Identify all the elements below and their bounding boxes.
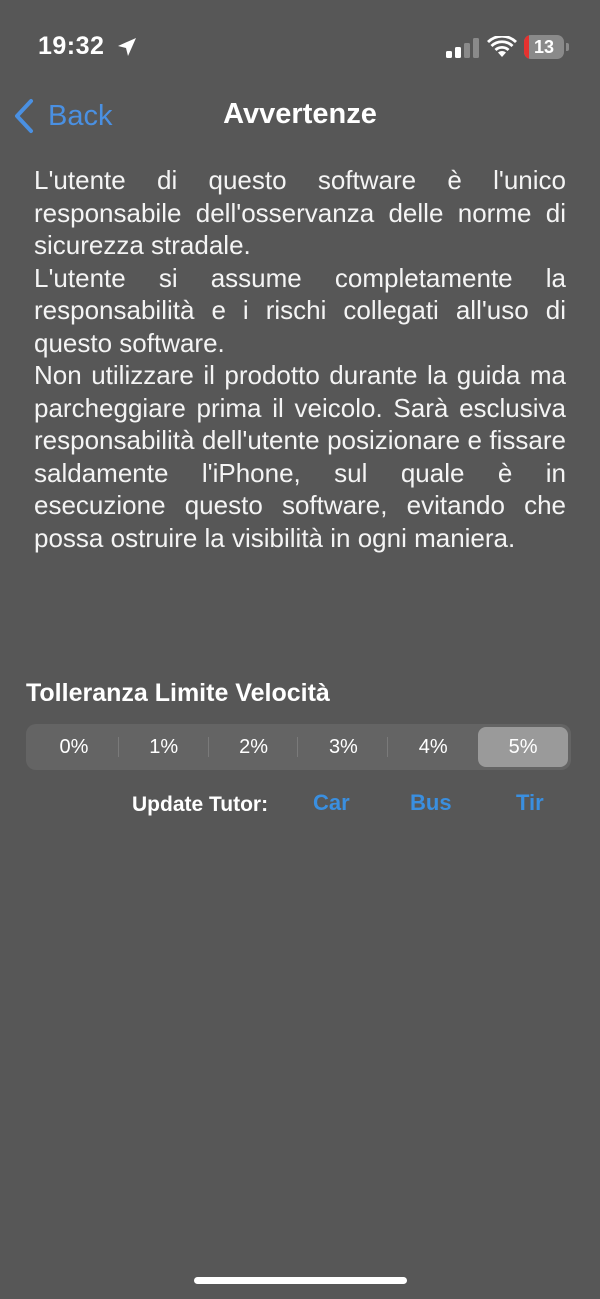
tolerance-option-3[interactable]: 3% [298,727,389,767]
update-tir-link[interactable]: Tir [516,790,544,816]
tolerance-section-title: Tolleranza Limite Velocità [26,679,330,707]
update-tutor-label: Update Tutor: [132,793,269,816]
battery-cap [566,43,569,51]
update-car-link[interactable]: Car [313,790,350,816]
update-bus-link[interactable]: Bus [410,790,452,816]
battery-body: 13 [524,35,564,59]
tolerance-option-2[interactable]: 2% [209,727,299,767]
disclaimer-paragraph: L'utente si assume completamente la resp… [34,262,566,358]
tolerance-option-1[interactable]: 1% [119,727,209,767]
status-bar: 19:32 13 [0,0,600,96]
location-arrow-icon [118,38,136,56]
update-tutor-row: Update Tutor: Car Bus Tir [0,790,600,822]
navigation-bar: Back Avvertenze [0,90,600,142]
battery-icon: 13 [524,35,570,59]
signal-bars-icon [446,38,479,58]
tolerance-option-5[interactable]: 5% [478,727,568,767]
page-title: Avvertenze [223,98,377,130]
tolerance-segmented-control: 0% 1% 2% 3% 4% 5% [26,724,571,770]
disclaimer-text: L'utente di questo software è l'unico re… [34,164,566,554]
disclaimer-paragraph: L'utente di questo software è l'unico re… [34,165,566,260]
status-time: 19:32 [38,32,105,60]
battery-percentage: 13 [533,37,555,57]
home-indicator[interactable] [194,1277,407,1284]
tolerance-option-0[interactable]: 0% [29,727,119,767]
wifi-icon [487,36,517,57]
disclaimer-paragraph: Non utilizzare il prodotto durante la gu… [34,360,566,553]
tolerance-option-4[interactable]: 4% [388,727,478,767]
